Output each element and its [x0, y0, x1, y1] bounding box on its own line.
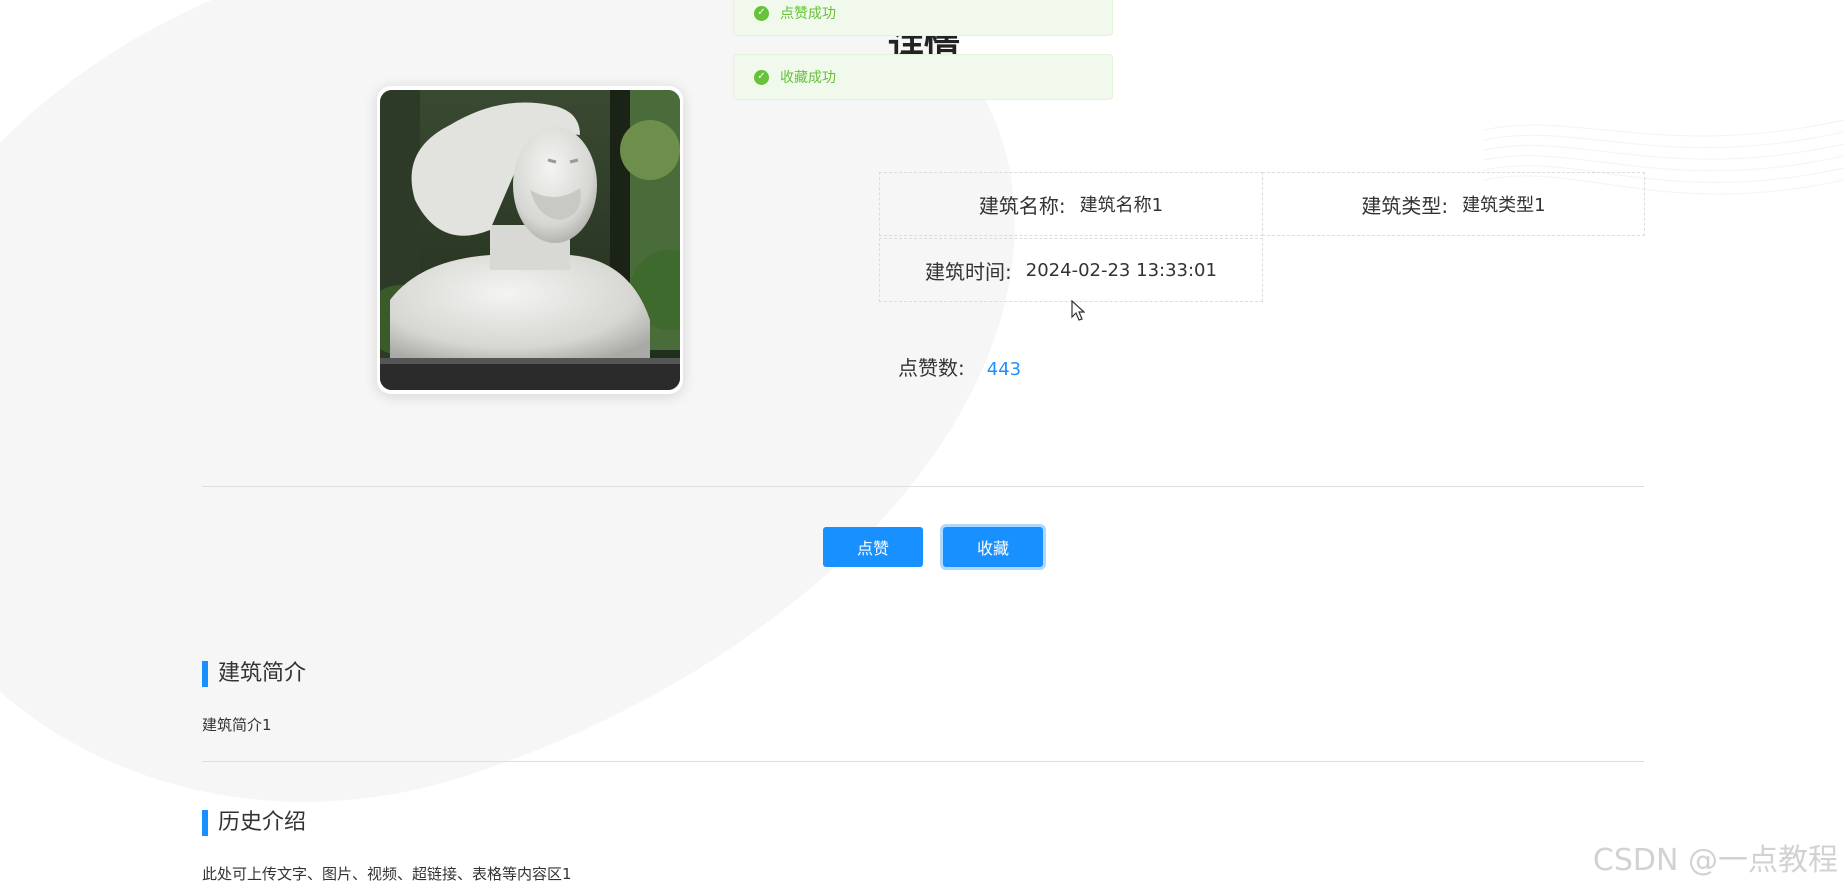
detail-name-label: 建筑名称:: [978, 193, 1066, 218]
mouse-pointer-icon: [1071, 300, 1085, 321]
divider: [202, 486, 1644, 487]
detail-time-label: 建筑时间:: [925, 259, 1012, 284]
like-button[interactable]: 点赞: [823, 527, 923, 567]
favorite-button[interactable]: 收藏: [943, 527, 1043, 567]
toast-message: 点赞成功: [780, 6, 836, 22]
detail-type-cell: 建筑类型: 建筑类型1: [1262, 172, 1645, 236]
check-circle-icon: ✓: [754, 69, 769, 85]
detail-type-label: 建筑类型:: [1361, 193, 1449, 218]
toast-like-success: ✓ 点赞成功: [733, 0, 1113, 36]
toast-message: 收藏成功: [780, 70, 836, 86]
section-title-history: 历史介绍: [202, 810, 306, 836]
likes-label: 点赞数:: [898, 356, 965, 380]
detail-name-value: 建筑名称1: [1079, 195, 1164, 216]
likes-value: 443: [986, 359, 1022, 380]
divider: [202, 761, 1644, 762]
watermark: CSDN @一点教程: [1592, 843, 1838, 878]
check-circle-icon: ✓: [754, 5, 769, 21]
toast-favorite-success: ✓ 收藏成功: [733, 54, 1113, 100]
section-body-intro: 建筑简介1: [202, 716, 272, 734]
detail-name-cell: 建筑名称: 建筑名称1: [879, 172, 1263, 236]
section-body-history: 此处可上传文字、图片、视频、超链接、表格等内容区1: [202, 865, 572, 883]
likes-count-row: 点赞数: 443: [898, 352, 1021, 381]
detail-page: 详情 ✓ 点赞成功 ✓ 收藏成功 建筑名称: 建筑名称1 建筑类型: 建筑类型1…: [0, 0, 1844, 885]
detail-time-value: 2024-02-23 13:33:01: [1025, 259, 1217, 281]
building-photo: [380, 90, 680, 390]
detail-time-cell: 建筑时间: 2024-02-23 13:33:01: [879, 238, 1263, 302]
detail-type-value: 建筑类型1: [1462, 195, 1546, 216]
section-title-intro: 建筑简介: [202, 661, 306, 687]
